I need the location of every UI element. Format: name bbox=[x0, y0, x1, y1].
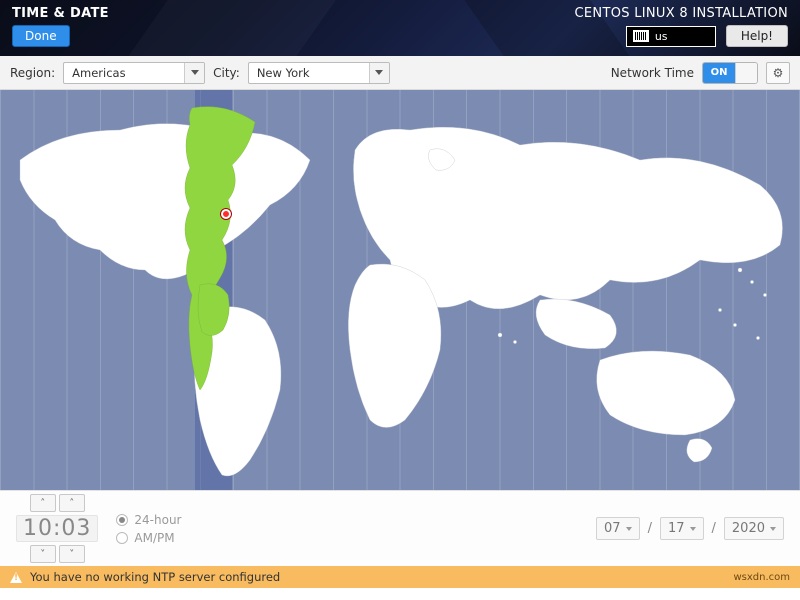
keyboard-layout-indicator[interactable]: us bbox=[626, 26, 716, 47]
chevron-down-icon bbox=[375, 70, 383, 75]
network-time-label: Network Time bbox=[611, 66, 694, 80]
chevron-down-icon bbox=[690, 527, 696, 531]
month-value: 07 bbox=[604, 521, 621, 536]
bottom-panel: ˄ ˄ 10:03 ˅ ˅ 24-hour AM/PM 07 / 17 / bbox=[0, 490, 800, 566]
network-time-toggle[interactable]: ON bbox=[702, 62, 758, 84]
date-separator: / bbox=[712, 521, 716, 536]
world-map-svg bbox=[0, 90, 800, 490]
timezone-map[interactable] bbox=[0, 90, 800, 490]
landmass-north-america bbox=[20, 124, 310, 279]
footer-strip bbox=[0, 588, 800, 600]
chevron-down-icon: ˅ bbox=[69, 549, 74, 560]
landmass-south-asia bbox=[536, 299, 616, 349]
chevron-up-icon: ˄ bbox=[69, 498, 74, 509]
day-combobox[interactable]: 17 bbox=[660, 517, 704, 540]
hour-up-button[interactable]: ˄ bbox=[30, 494, 56, 512]
chevron-down-icon bbox=[770, 527, 776, 531]
month-combobox[interactable]: 07 bbox=[596, 517, 640, 540]
warning-bar: You have no working NTP server configure… bbox=[0, 566, 800, 588]
date-separator: / bbox=[648, 521, 652, 536]
radio-24-hour[interactable]: 24-hour bbox=[116, 513, 181, 527]
landmass-australia bbox=[597, 351, 735, 435]
done-button[interactable]: Done bbox=[12, 25, 70, 47]
hour-down-button[interactable]: ˅ bbox=[30, 545, 56, 563]
city-combobox[interactable]: New York bbox=[248, 62, 390, 84]
landmass-newzealand bbox=[687, 439, 712, 462]
region-value: Americas bbox=[64, 66, 184, 80]
help-button[interactable]: Help! bbox=[726, 25, 788, 47]
warning-icon bbox=[10, 572, 22, 583]
minute-down-button[interactable]: ˅ bbox=[59, 545, 85, 563]
day-value: 17 bbox=[668, 521, 685, 536]
watermark-text: wsxdn.com bbox=[733, 572, 790, 583]
keyboard-layout-value: us bbox=[655, 30, 668, 43]
keyboard-icon bbox=[633, 30, 649, 42]
city-value: New York bbox=[249, 66, 369, 80]
minute-up-button[interactable]: ˄ bbox=[59, 494, 85, 512]
chevron-down-icon bbox=[191, 70, 199, 75]
gear-icon: ⚙ bbox=[773, 66, 784, 80]
landmass-africa bbox=[348, 264, 441, 428]
radio-icon bbox=[116, 532, 128, 544]
screen-title: TIME & DATE bbox=[12, 6, 109, 21]
chevron-up-icon: ˄ bbox=[40, 498, 45, 509]
ntp-settings-button[interactable]: ⚙ bbox=[766, 62, 790, 84]
radio-24h-label: 24-hour bbox=[134, 513, 181, 527]
warning-message: You have no working NTP server configure… bbox=[30, 570, 280, 584]
region-combobox[interactable]: Americas bbox=[63, 62, 205, 84]
time-stepper: ˄ ˄ 10:03 ˅ ˅ bbox=[16, 494, 98, 563]
region-caret[interactable] bbox=[184, 63, 204, 83]
toggle-knob bbox=[735, 63, 757, 83]
year-combobox[interactable]: 2020 bbox=[724, 517, 784, 540]
controls-bar: Region: Americas City: New York Network … bbox=[0, 56, 800, 90]
toggle-on-label: ON bbox=[703, 63, 735, 83]
region-label: Region: bbox=[10, 66, 55, 80]
product-title: CENTOS LINUX 8 INSTALLATION bbox=[575, 6, 788, 21]
date-group: 07 / 17 / 2020 bbox=[596, 517, 784, 540]
city-caret[interactable] bbox=[369, 63, 389, 83]
selected-city-marker bbox=[221, 209, 231, 219]
chevron-down-icon bbox=[626, 527, 632, 531]
city-label: City: bbox=[213, 66, 240, 80]
year-value: 2020 bbox=[732, 521, 765, 536]
time-display: 10:03 bbox=[16, 515, 98, 542]
installer-banner: TIME & DATE Done CENTOS LINUX 8 INSTALLA… bbox=[0, 0, 800, 56]
radio-icon bbox=[116, 514, 128, 526]
chevron-down-icon: ˅ bbox=[40, 549, 45, 560]
time-format-radios: 24-hour AM/PM bbox=[116, 513, 181, 545]
radio-ampm[interactable]: AM/PM bbox=[116, 531, 181, 545]
radio-ampm-label: AM/PM bbox=[134, 531, 174, 545]
